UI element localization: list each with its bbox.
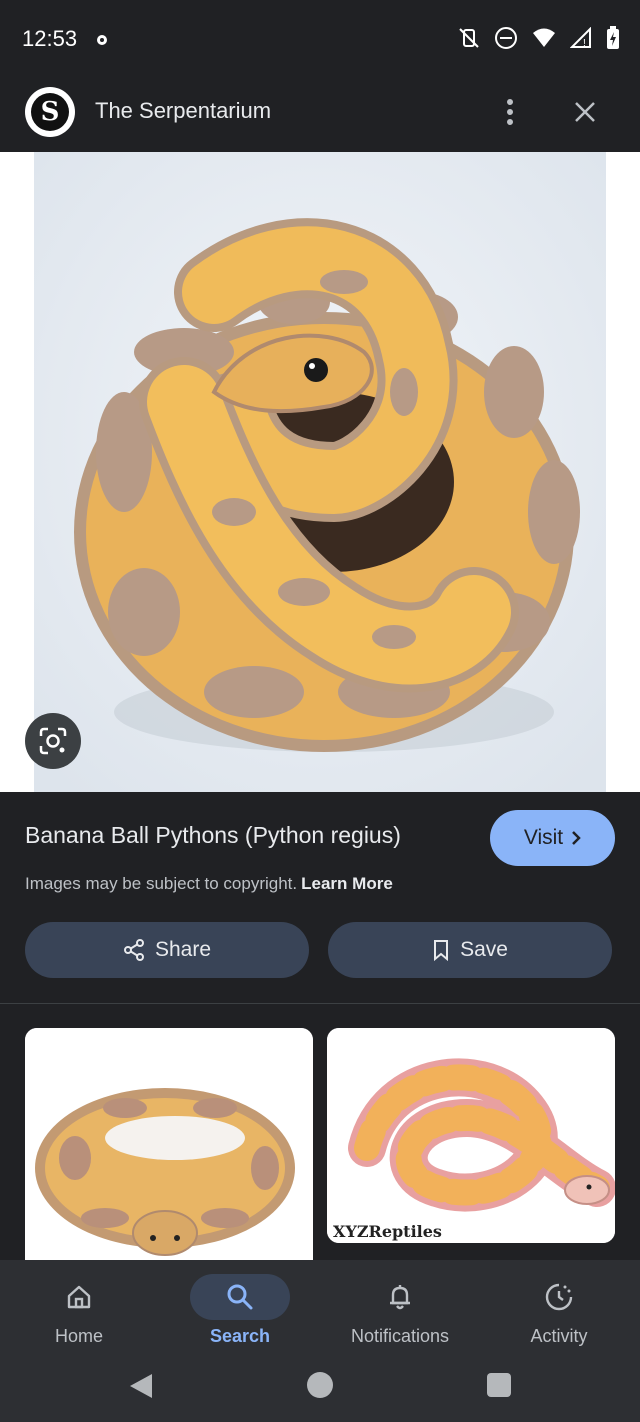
status-bar: 12:53 ! xyxy=(0,0,640,78)
google-lens-button[interactable] xyxy=(25,713,81,769)
status-time: 12:53 xyxy=(22,26,78,51)
related-image-1[interactable] xyxy=(25,1028,313,1260)
signal-icon: ! xyxy=(570,27,591,49)
related-image-2[interactable] xyxy=(327,1028,615,1243)
notification-dot-icon xyxy=(97,35,107,45)
visit-label: Visit xyxy=(523,826,564,849)
result-info-panel: Banana Ball Pythons (Python regius) Visi… xyxy=(0,792,640,1004)
vibrate-off-icon xyxy=(459,28,479,48)
result-title[interactable]: Banana Ball Pythons (Python regius) xyxy=(25,822,401,849)
bell-icon-container xyxy=(350,1274,450,1320)
main-image-snake[interactable] xyxy=(34,152,606,792)
python-thumbnail-1 xyxy=(25,1028,313,1260)
visit-button[interactable]: Visit xyxy=(490,810,615,866)
share-button[interactable]: Share xyxy=(25,922,309,978)
site-logo[interactable]: S xyxy=(25,87,75,137)
battery-icon xyxy=(607,26,619,49)
python-thumbnail-2 xyxy=(327,1028,615,1243)
coiled-python-illustration xyxy=(34,152,606,792)
more-vert-icon xyxy=(507,99,513,125)
recent-apps-button[interactable] xyxy=(487,1373,511,1397)
bookmark-icon xyxy=(434,940,449,961)
system-home-button[interactable] xyxy=(307,1372,333,1398)
nav-search-label: Search xyxy=(209,1326,271,1346)
copyright-notice: Images may be subject to copyright. Learn… xyxy=(25,874,393,894)
site-logo-letter: S xyxy=(31,93,69,131)
nav-home-label: Home xyxy=(54,1326,103,1346)
result-header: S The Serpentarium xyxy=(0,78,640,152)
nav-notifications[interactable]: Notifications xyxy=(330,1260,470,1360)
save-button[interactable]: Save xyxy=(328,922,612,978)
save-label: Save xyxy=(460,938,508,961)
more-options-button[interactable] xyxy=(494,90,526,134)
copyright-text: Images may be subject to copyright. xyxy=(25,874,298,893)
site-name[interactable]: The Serpentarium xyxy=(95,98,271,124)
activity-icon-container xyxy=(509,1274,609,1320)
chevron-right-icon xyxy=(572,831,581,845)
wifi-icon xyxy=(533,28,555,47)
svg-text:!: ! xyxy=(583,38,586,49)
bell-icon xyxy=(390,1285,410,1310)
thumbnail-watermark: XYZReptiles xyxy=(333,1222,442,1241)
nav-activity[interactable]: Activity xyxy=(489,1260,629,1360)
lens-icon xyxy=(39,727,67,755)
nav-home[interactable]: Home xyxy=(9,1260,149,1360)
activity-icon xyxy=(545,1283,573,1311)
learn-more-link[interactable]: Learn More xyxy=(301,874,393,893)
search-icon xyxy=(227,1284,253,1310)
nav-search[interactable]: Search xyxy=(170,1260,310,1360)
related-images: XYZReptiles xyxy=(0,1004,640,1260)
nav-notifications-label: Notifications xyxy=(350,1326,450,1346)
image-preview-area xyxy=(0,152,640,792)
bottom-navigation: Home Search Notifications Activity xyxy=(0,1260,640,1360)
share-label: Share xyxy=(154,938,212,961)
home-icon-container xyxy=(29,1274,129,1320)
system-navigation-bar xyxy=(0,1360,640,1422)
share-icon xyxy=(123,939,144,961)
close-icon xyxy=(575,102,595,122)
home-icon xyxy=(67,1285,91,1309)
status-icons: ! xyxy=(458,26,620,50)
do-not-disturb-icon xyxy=(495,27,517,49)
back-icon[interactable] xyxy=(128,1372,154,1400)
close-button[interactable] xyxy=(566,92,604,132)
search-icon-container xyxy=(190,1274,290,1320)
nav-activity-label: Activity xyxy=(530,1326,588,1346)
